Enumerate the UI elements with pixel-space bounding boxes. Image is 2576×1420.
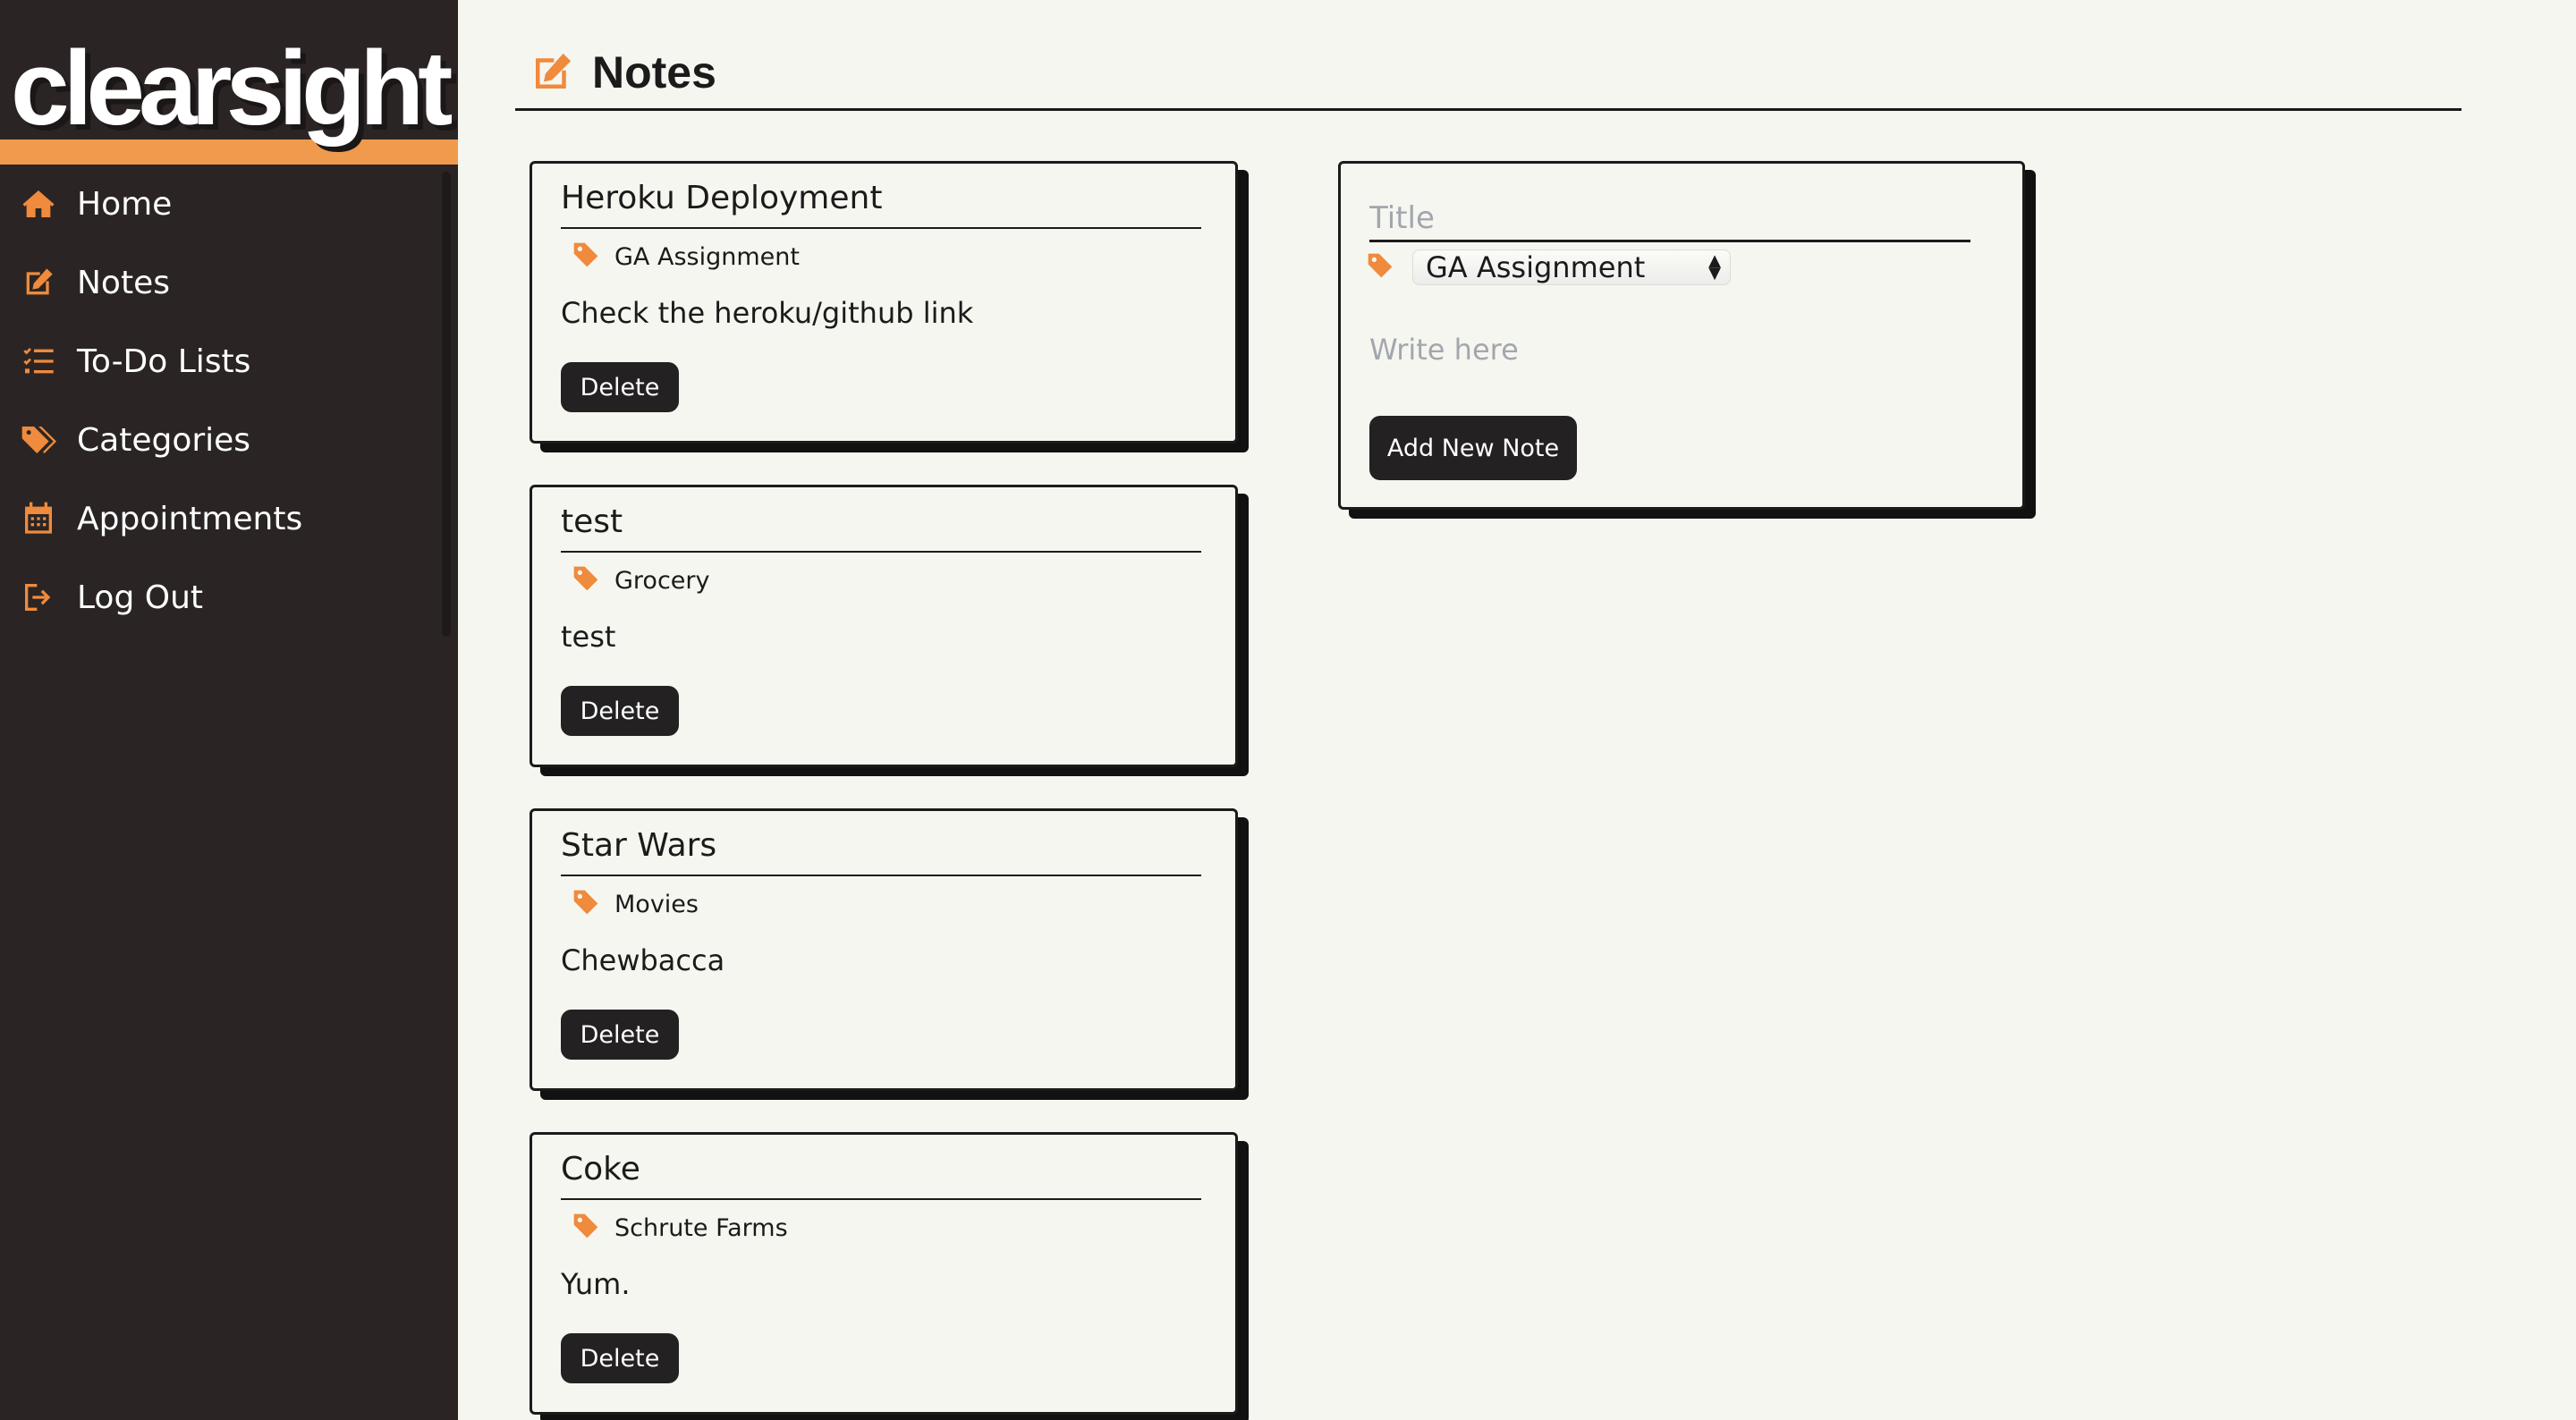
logo-area: clearsight [0,0,458,165]
sidebar-item-label: To-Do Lists [77,342,251,380]
body-input[interactable] [1369,325,1970,375]
home-icon [18,183,59,224]
page-title: Notes [592,46,716,97]
select-arrows-icon: ▲ ▼ [1708,251,1721,283]
add-note-button[interactable]: Add New Note [1369,416,1577,480]
category-select-value: GA Assignment [1426,250,1646,284]
note-category: Grocery [572,564,709,596]
calendar-icon [18,498,59,539]
note-title: Star Wars [561,827,1201,876]
tags-icon [18,419,59,461]
category-row: GA Assignment ▲ ▼ [1366,249,1731,285]
sidebar-nav: Home Notes To-Do Lists Categories Appoin… [0,165,458,637]
sidebar-item-notes[interactable]: Notes [0,243,458,322]
note-body: Check the heroku/github link [561,296,974,330]
page-header: Notes [515,46,2462,111]
note-category: Movies [572,888,699,920]
note-card: Star Wars Movies Chewbacca Delete [530,808,1238,1091]
note-category: Schrute Farms [572,1212,788,1244]
note-category-label: Schrute Farms [614,1213,788,1242]
note-card: test Grocery test Delete [530,485,1238,767]
tag-icon [572,1212,604,1244]
note-card: Heroku Deployment GA Assignment Check th… [530,161,1238,444]
tag-icon [572,564,604,596]
tag-icon [572,241,604,273]
note-body: Yum. [561,1267,631,1301]
note-category-label: GA Assignment [614,242,800,271]
delete-button[interactable]: Delete [561,1333,679,1383]
logout-icon [18,577,59,618]
sidebar-item-label: Home [77,185,173,223]
sidebar-item-todo-lists[interactable]: To-Do Lists [0,322,458,401]
edit-icon [528,48,576,97]
delete-button[interactable]: Delete [561,1010,679,1060]
checklist-icon [18,341,59,382]
delete-button[interactable]: Delete [561,686,679,736]
note-category-label: Grocery [614,566,710,595]
note-category: GA Assignment [572,241,800,273]
app-logo[interactable]: clearsight [11,36,453,141]
sidebar-item-logout[interactable]: Log Out [0,558,458,637]
category-select[interactable]: GA Assignment ▲ ▼ [1412,249,1731,285]
note-body: test [561,620,616,654]
note-title: Coke [561,1151,1201,1200]
note-card: Coke Schrute Farms Yum. Delete [530,1132,1238,1415]
title-input[interactable] [1369,196,1970,242]
sidebar-item-home[interactable]: Home [0,165,458,243]
delete-button[interactable]: Delete [561,362,679,412]
new-note-form: GA Assignment ▲▼ Add New Note [1338,161,2025,510]
sidebar-item-label: Appointments [77,500,303,537]
note-title: Heroku Deployment [561,180,1201,229]
note-category-label: Movies [614,890,699,918]
tag-icon [1366,251,1398,283]
sidebar: clearsight Home Notes To-Do Lists Catego… [0,0,458,1420]
note-title: test [561,503,1201,553]
tag-icon [572,888,604,920]
note-body: Chewbacca [561,943,725,977]
sidebar-item-categories[interactable]: Categories [0,401,458,479]
sidebar-item-label: Log Out [77,579,204,616]
sidebar-item-label: Categories [77,421,251,459]
sidebar-scrollbar[interactable] [442,172,451,637]
sidebar-item-appointments[interactable]: Appointments [0,479,458,558]
sidebar-item-label: Notes [77,264,170,301]
edit-icon [18,262,59,303]
